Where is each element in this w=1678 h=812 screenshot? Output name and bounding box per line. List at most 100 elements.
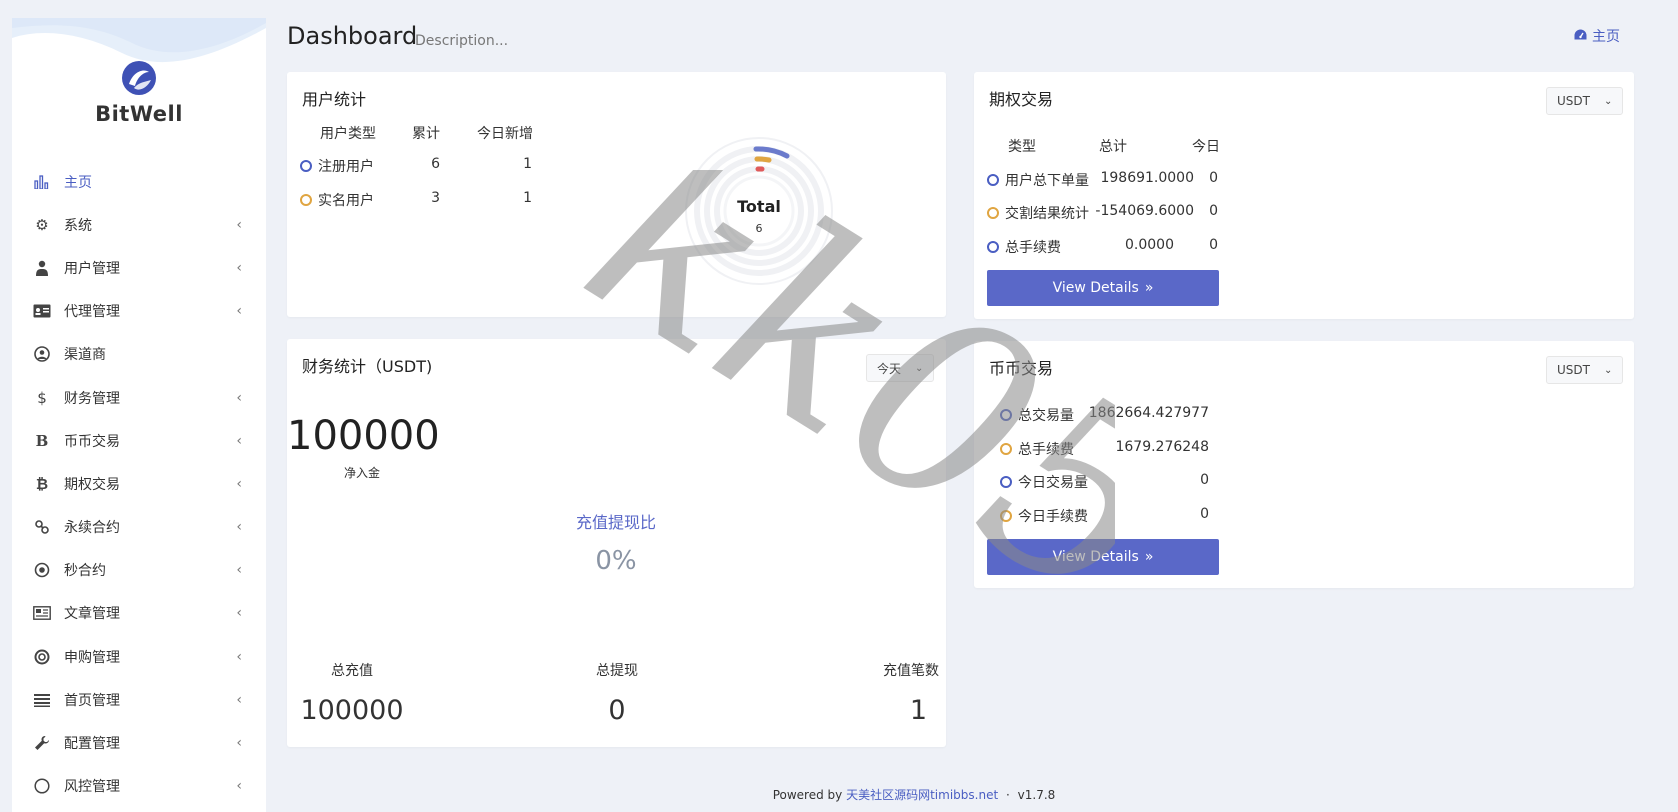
link-icon — [32, 517, 52, 537]
list-lines-icon — [32, 690, 52, 710]
legend-dot-icon — [1000, 476, 1012, 488]
brand-logo[interactable]: BitWell — [12, 60, 266, 126]
chevron-left-icon: ‹ — [236, 389, 242, 406]
bitcoin-icon: ₿ — [35, 474, 49, 493]
currency-select[interactable]: USDT ⌄ — [1546, 356, 1624, 384]
chevron-down-icon: ⌄ — [915, 362, 924, 374]
row-type: 总手续费 — [1005, 240, 1061, 256]
coin-view-details-button[interactable]: View Details » — [987, 539, 1219, 575]
chevron-left-icon: ‹ — [236, 735, 242, 752]
options-trade-title: 期权交易 — [989, 90, 1054, 109]
table-row: 注册用户 — [300, 156, 374, 176]
sidebar-item-homepage[interactable]: 首页管理 ‹ — [12, 678, 266, 721]
table-row: 今日交易量 — [1000, 472, 1088, 492]
sidebar: BitWell 主页 ⚙ 系统 ‹ 用户管理 ‹ 代理管理 ‹ 渠道商 $ 财务… — [12, 18, 266, 812]
footer: Powered by 天美社区源码网timibbs.net · v1.7.8 — [0, 786, 1678, 803]
sidebar-item-options-trade[interactable]: ₿ 期权交易 ‹ — [12, 462, 266, 505]
finance-stats-card: 财务统计（USDT) 今天 ⌄ 100000 净入金 充值提现比 0% 总充值 … — [287, 339, 946, 747]
table-row: 总手续费 — [987, 237, 1061, 257]
row-today: 0 — [1209, 237, 1218, 253]
id-card-icon — [32, 301, 52, 321]
table-row: 总交易量 — [1000, 405, 1074, 425]
b-letter-icon: B — [35, 431, 49, 450]
deposit-count-value: 1 — [909, 695, 927, 726]
sidebar-item-finance[interactable]: $ 财务管理 ‹ — [12, 376, 266, 419]
sidebar-item-second-contract[interactable]: 秒合约 ‹ — [12, 549, 266, 592]
options-view-details-button[interactable]: View Details » — [987, 270, 1219, 306]
table-row: 总手续费 — [1000, 439, 1074, 459]
sidebar-item-label: 期权交易 — [64, 476, 120, 493]
sidebar-item-home[interactable]: 主页 — [12, 160, 266, 203]
user-tie-icon — [32, 258, 52, 278]
net-inflow-value: 100000 — [287, 413, 440, 459]
row-today: 1 — [523, 156, 532, 172]
deposit-withdraw-ratio-label: 充值提现比 — [575, 513, 656, 532]
legend-dot-icon — [300, 194, 312, 206]
total-withdraw-label: 总提现 — [596, 663, 638, 679]
user-stats-title: 用户统计 — [302, 90, 367, 109]
sidebar-item-agent-management[interactable]: 代理管理 ‹ — [12, 290, 266, 333]
page-description: Description... — [415, 33, 509, 49]
chevron-left-icon: ‹ — [236, 605, 242, 622]
sidebar-item-subscription[interactable]: 申购管理 ‹ — [12, 635, 266, 678]
gear-icon: ⚙ — [35, 215, 49, 234]
period-select[interactable]: 今天 ⌄ — [866, 354, 935, 382]
row-type: 注册用户 — [318, 159, 374, 175]
deposit-withdraw-ratio-value: 0% — [595, 546, 637, 576]
double-chevron-right-icon: » — [1144, 280, 1154, 296]
sidebar-item-config[interactable]: 配置管理 ‹ — [12, 721, 266, 764]
chevron-left-icon: ‹ — [236, 562, 242, 579]
period-select-value: 今天 — [877, 361, 902, 376]
row-value: 1862664.427977 — [1088, 405, 1209, 421]
sidebar-item-system[interactable]: ⚙ 系统 ‹ — [12, 203, 266, 246]
double-chevron-right-icon: » — [1144, 549, 1154, 565]
sidebar-item-label: 财务管理 — [64, 390, 120, 407]
home-breadcrumb-link[interactable]: 主页 — [1574, 26, 1620, 46]
column-header-today-new: 今日新增 — [477, 126, 533, 142]
sidebar-item-label: 系统 — [64, 217, 92, 234]
currency-select-value: USDT — [1557, 94, 1590, 108]
chevron-left-icon: ‹ — [236, 432, 242, 449]
button-label: View Details — [1052, 280, 1139, 296]
row-today: 0 — [1209, 170, 1218, 186]
button-label: View Details — [1052, 549, 1139, 565]
legend-dot-icon — [1000, 443, 1012, 455]
brand-name: BitWell — [95, 102, 183, 126]
dot-circle-icon — [32, 560, 52, 580]
chevron-left-icon: ‹ — [236, 648, 242, 665]
chevron-left-icon: ‹ — [236, 691, 242, 708]
user-stats-card: 用户统计 用户类型 累计 今日新增 注册用户 6 1 实名用户 3 1 Tota… — [287, 72, 946, 317]
footer-site-link[interactable]: 天美社区源码网timibbs.net — [846, 788, 998, 802]
total-deposit-value: 100000 — [300, 695, 404, 726]
chevron-left-icon: ‹ — [236, 519, 242, 536]
column-header-type: 类型 — [1008, 139, 1036, 155]
page-title: Dashboard — [287, 22, 418, 50]
sidebar-item-label: 渠道商 — [64, 347, 106, 364]
deposit-count-label: 充值笔数 — [883, 663, 939, 679]
column-header-total: 总计 — [1099, 139, 1127, 155]
options-trade-card: 期权交易 USDT ⌄ 类型 总计 今日 用户总下单量 198691.0000 … — [974, 72, 1634, 319]
row-type: 实名用户 — [318, 193, 374, 209]
home-link-label: 主页 — [1592, 29, 1620, 45]
row-type: 总交易量 — [1018, 408, 1074, 424]
user-circle-icon — [32, 344, 52, 364]
chevron-down-icon: ⌄ — [1603, 95, 1613, 107]
currency-select[interactable]: USDT ⌄ — [1546, 87, 1624, 115]
row-today: 0 — [1209, 203, 1218, 219]
sidebar-item-label: 主页 — [64, 174, 92, 191]
footer-version: v1.7.8 — [1017, 788, 1056, 802]
row-value: 0 — [1200, 506, 1209, 522]
sidebar-item-perpetual[interactable]: 永续合约 ‹ — [12, 506, 266, 549]
sidebar-item-articles[interactable]: 文章管理 ‹ — [12, 592, 266, 635]
sidebar-item-user-management[interactable]: 用户管理 ‹ — [12, 246, 266, 289]
sidebar-item-channel[interactable]: 渠道商 — [12, 333, 266, 376]
legend-dot-icon — [987, 207, 999, 219]
sidebar-item-coin-trade[interactable]: B 币币交易 ‹ — [12, 419, 266, 462]
row-total: 0.0000 — [1125, 237, 1174, 253]
legend-dot-icon — [1000, 510, 1012, 522]
currency-select-value: USDT — [1557, 363, 1590, 377]
finance-stats-title: 财务统计（USDT) — [302, 357, 433, 376]
column-header-total: 累计 — [412, 126, 440, 142]
sidebar-item-label: 秒合约 — [64, 563, 106, 580]
dashboard-gauge-icon — [1574, 28, 1587, 44]
